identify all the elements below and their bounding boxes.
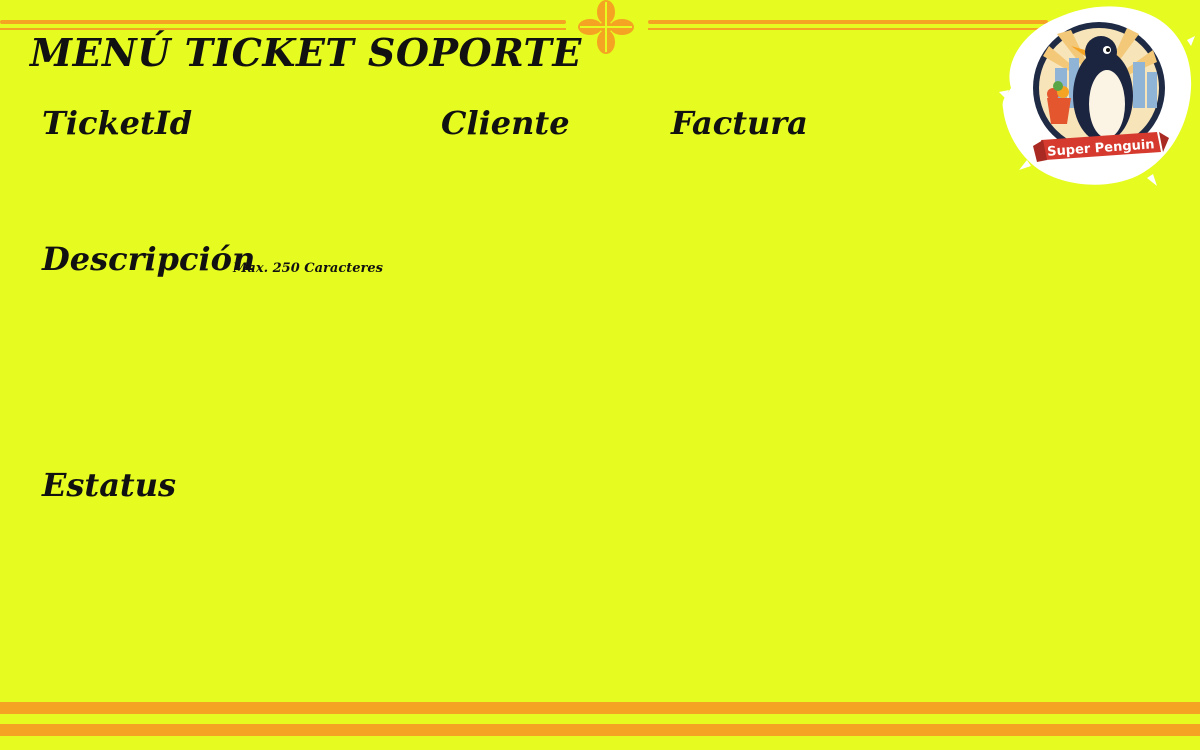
descripcion-hint: Max. 250 Caracteres [233, 261, 383, 276]
cliente-label: Cliente [441, 104, 570, 142]
bottom-band-bottom [0, 724, 1200, 736]
top-divider-left [0, 20, 566, 24]
super-penguin-logo: Super Penguin [999, 6, 1195, 186]
estatus-label: Estatus [42, 466, 176, 504]
ornament-icon [578, 0, 634, 54]
bottom-band-top [0, 702, 1200, 714]
page-title: MENÚ TICKET SOPORTE [30, 30, 582, 75]
ticket-id-label: TicketId [42, 104, 193, 142]
top-divider-right [648, 20, 1048, 24]
factura-label: Factura [671, 104, 808, 142]
descripcion-label: Descripción [42, 240, 256, 278]
top-divider-right-thin [648, 28, 1048, 30]
